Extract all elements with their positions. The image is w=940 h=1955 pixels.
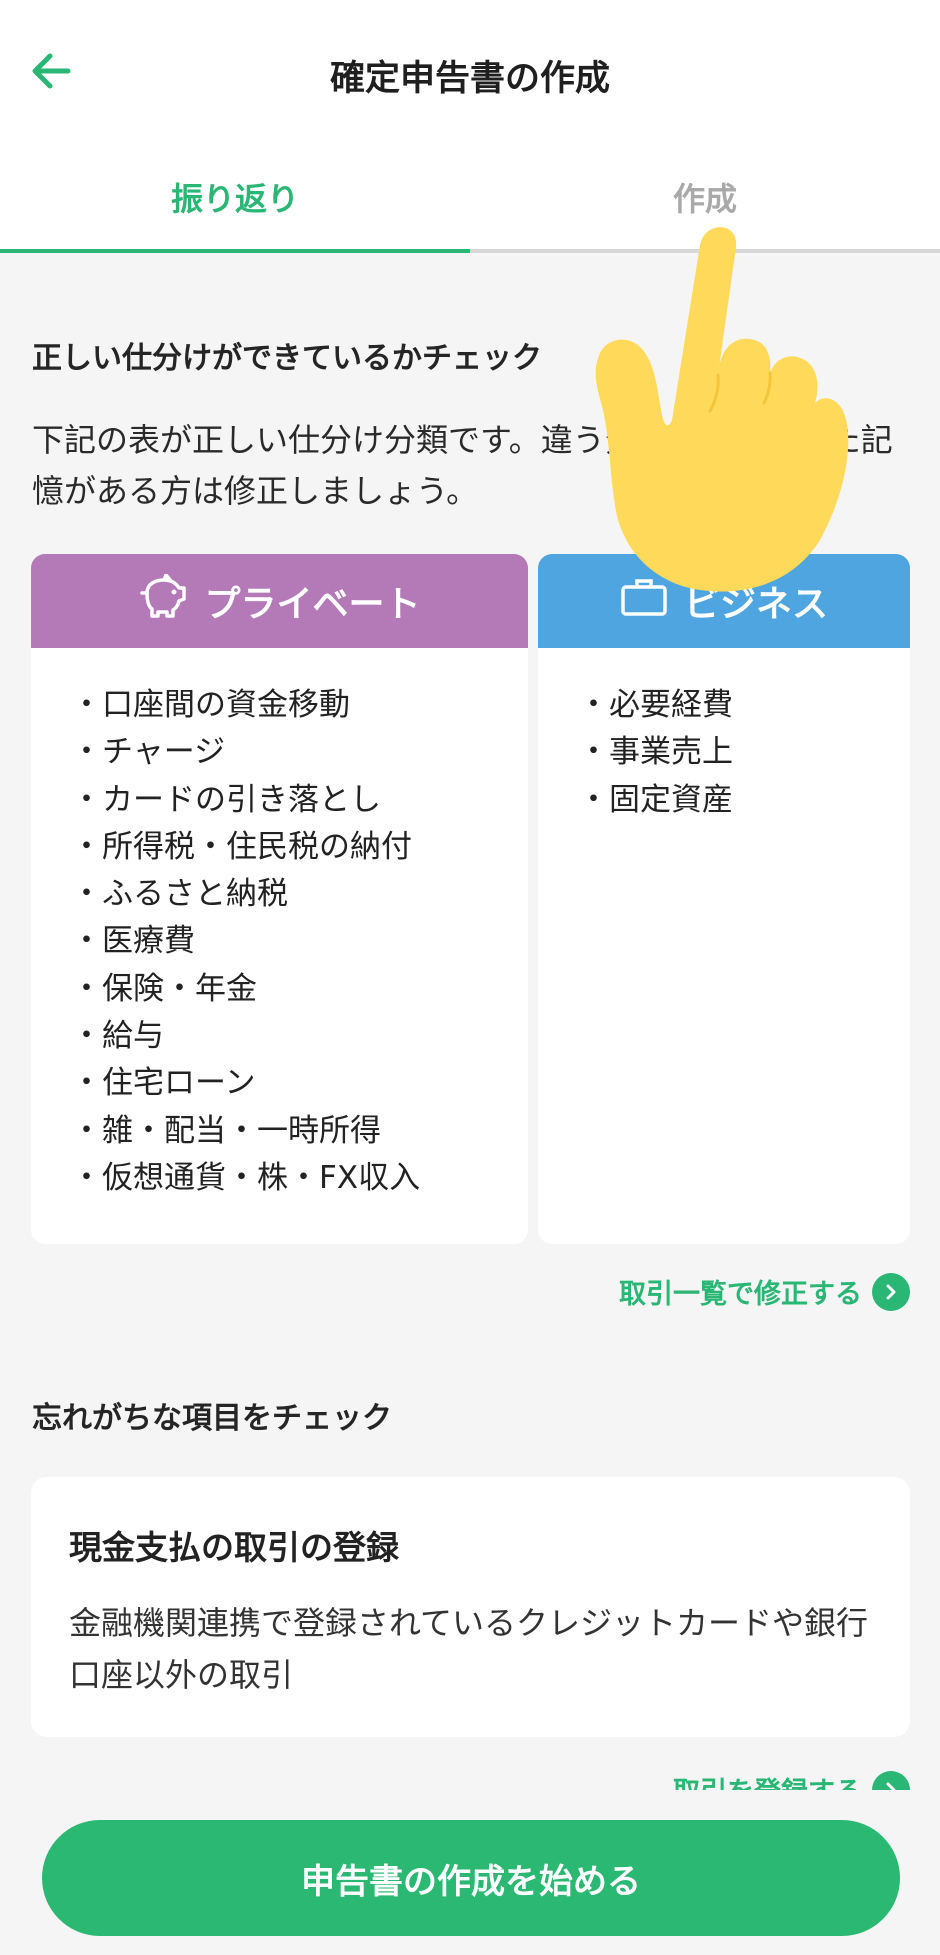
register-link-label: 取引を登録する bbox=[673, 1770, 862, 1790]
tab-review-label: 振り返り bbox=[170, 180, 299, 218]
list-item: 保険・年金 bbox=[71, 966, 528, 1013]
private-category-card: プライベート 口座間の資金移動 チャージ カードの引き落とし 所得税・住民税の納… bbox=[31, 554, 528, 1244]
private-item-list: 口座間の資金移動 チャージ カードの引き落とし 所得税・住民税の納付 ふるさと納… bbox=[31, 648, 528, 1202]
fix-in-transactions-link[interactable]: 取引一覧で修正する bbox=[619, 1272, 910, 1311]
list-item: カードの引き落とし bbox=[71, 777, 528, 824]
register-transaction-link[interactable]: 取引を登録する bbox=[673, 1770, 910, 1790]
list-item: 口座間の資金移動 bbox=[71, 682, 528, 729]
private-card-label: プライベート bbox=[204, 584, 421, 625]
piggy-bank-icon bbox=[138, 572, 188, 629]
list-item: 固定資産 bbox=[578, 777, 910, 824]
tab-review[interactable]: 振り返り bbox=[0, 150, 470, 253]
app-header: 確定申告書の作成 bbox=[0, 0, 940, 150]
tab-create-label: 作成 bbox=[672, 180, 737, 218]
cash-transaction-card[interactable]: 現金支払の取引の登録 金融機関連携で登録されているクレジットカードや銀行口座以外… bbox=[31, 1477, 910, 1737]
list-item: 雑・配当・一時所得 bbox=[71, 1108, 528, 1155]
tap-hand-icon bbox=[595, 227, 849, 592]
list-item: ふるさと納税 bbox=[71, 871, 528, 918]
chevron-right-icon bbox=[872, 1272, 910, 1311]
bottom-action-area: 申告書の作成を始める bbox=[0, 1790, 940, 1955]
section-heading-forgotten: 忘れがちな項目をチェック bbox=[32, 1401, 392, 1436]
list-item: 給与 bbox=[71, 1013, 528, 1060]
cash-card-description: 金融機関連携で登録されているクレジットカードや銀行口座以外の取引 bbox=[69, 1604, 869, 1694]
list-item: チャージ bbox=[71, 729, 528, 776]
list-item: 事業売上 bbox=[578, 729, 910, 776]
list-item: 所得税・住民税の納付 bbox=[71, 824, 528, 871]
list-item: 仮想通貨・株・FX収入 bbox=[71, 1155, 528, 1202]
list-item: 住宅ローン bbox=[71, 1060, 528, 1107]
business-item-list: 必要経費 事業売上 固定資産 bbox=[538, 648, 910, 824]
register-link-clip: 取引を登録する bbox=[0, 1760, 940, 1790]
start-return-button[interactable]: 申告書の作成を始める bbox=[42, 1820, 900, 1936]
tab-review-indicator bbox=[0, 249, 470, 253]
list-item: 必要経費 bbox=[578, 682, 910, 729]
cash-card-title: 現金支払の取引の登録 bbox=[69, 1528, 399, 1567]
business-category-card: ビジネス 必要経費 事業売上 固定資産 bbox=[538, 554, 910, 1244]
list-item: 医療費 bbox=[71, 918, 528, 965]
section-heading-classification: 正しい仕分けができているかチェック bbox=[32, 341, 542, 376]
private-card-header: プライベート bbox=[31, 554, 528, 648]
fix-link-label: 取引一覧で修正する bbox=[619, 1279, 862, 1310]
chevron-right-icon bbox=[872, 1770, 910, 1790]
page-title: 確定申告書の作成 bbox=[329, 59, 610, 99]
